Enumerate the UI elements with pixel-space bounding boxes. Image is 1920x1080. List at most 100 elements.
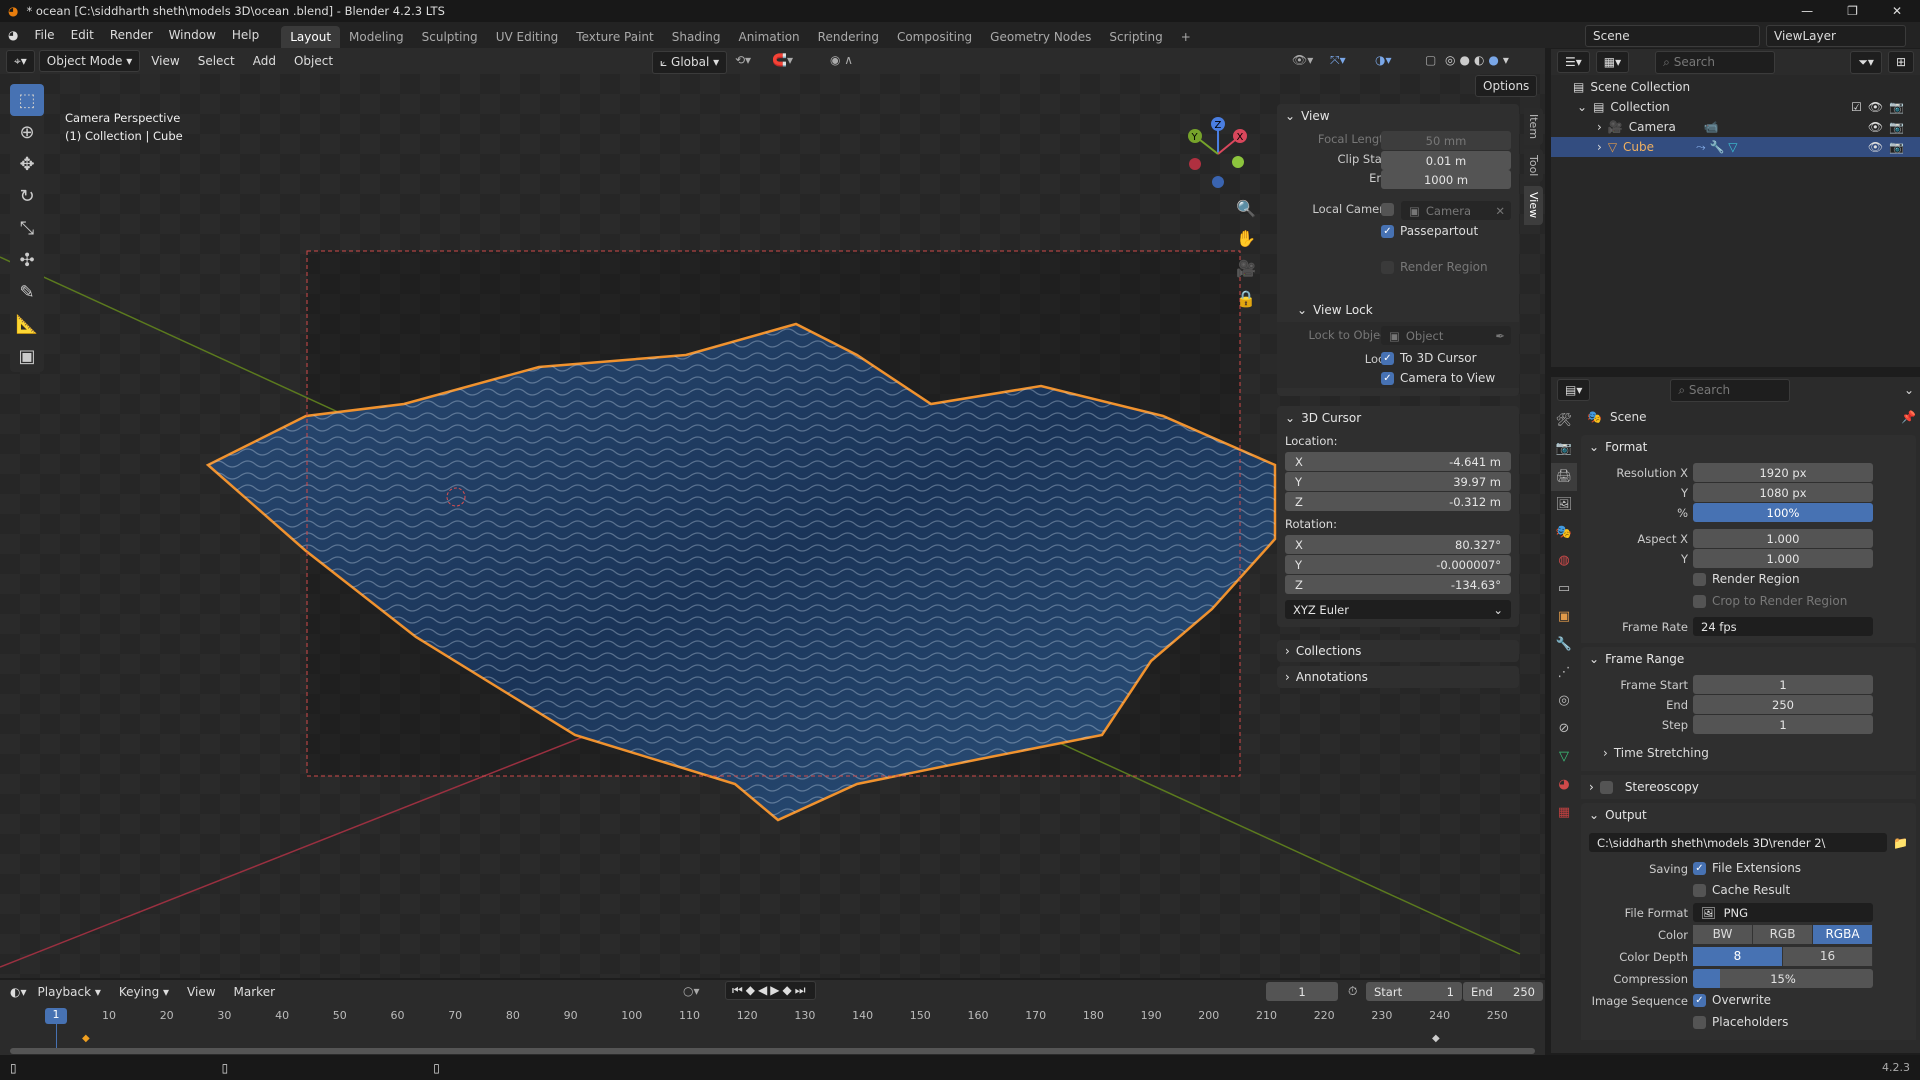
minimize-button[interactable]: — (1801, 4, 1813, 18)
timeline-scrollbar[interactable] (10, 1048, 1535, 1054)
display-mode-icon[interactable]: ▦▾ (1595, 51, 1630, 73)
color-option-rgb[interactable]: RGB (1753, 925, 1813, 944)
3d-viewport[interactable]: ⬚ ⊕ ✥ ↻ ⤡ ✣ ✎ 📐 ▣ Camera Perspective (1)… (0, 74, 1545, 978)
color-depth-option-8[interactable]: 8 (1693, 947, 1783, 966)
keyframe-start[interactable]: ◆ (82, 1033, 90, 1044)
tool-tab-icon[interactable]: 🛠 (1551, 407, 1577, 435)
folder-browse-icon[interactable]: 📁 (1893, 836, 1908, 850)
output-tab-icon[interactable]: 🖨 (1551, 463, 1577, 491)
menu-marker[interactable]: Marker (227, 982, 282, 1002)
scale-tool-icon[interactable]: ⤡ (10, 212, 44, 244)
frame-rate-field[interactable]: 24 fps (1693, 617, 1873, 636)
menu-view[interactable]: View (180, 982, 222, 1002)
workspace-tab-geometry-nodes[interactable]: Geometry Nodes (981, 26, 1100, 48)
outliner-search-input[interactable]: ⌕ Search (1655, 50, 1776, 74)
physics-tab-icon[interactable]: ◎ (1551, 687, 1577, 715)
add-cube-tool-icon[interactable]: ▣ (10, 340, 44, 372)
visibility-icon[interactable]: 👁▾ (1292, 53, 1313, 67)
placeholders-checkbox[interactable]: Placeholders (1693, 1015, 1788, 1029)
timeline-editor-type-icon[interactable]: ◐▾ (10, 985, 27, 999)
menu-keying[interactable]: Keying ▾ (112, 982, 176, 1002)
outliner-item-cube[interactable]: › ▽ Cube ⤳ 🔧 ▽ 👁📷 (1551, 137, 1920, 157)
3d-cursor-header[interactable]: ⌄ 3D Cursor (1285, 406, 1511, 430)
constraints-tab-icon[interactable]: ⊘ (1551, 715, 1577, 743)
render-region-checkbox[interactable]: Render Region (1693, 572, 1800, 586)
gizmo-toggle-icon[interactable]: ⤧▾ (1330, 53, 1346, 68)
camera-view-icon[interactable]: 🎥 (1236, 254, 1256, 284)
menu-render[interactable]: Render (102, 28, 161, 42)
menu-file[interactable]: File (26, 28, 62, 42)
clip-end-field[interactable]: 1000 m (1381, 170, 1511, 189)
view-layer-tab-icon[interactable]: 🖼 (1551, 491, 1577, 519)
current-frame-field[interactable]: 1 (1266, 982, 1338, 1001)
view-lock-header[interactable]: ⌄ View Lock (1277, 298, 1519, 322)
workspace-tab-uv-editing[interactable]: UV Editing (487, 26, 568, 48)
workspace-tab-scripting[interactable]: Scripting (1100, 26, 1171, 48)
outliner-item-scene-collection[interactable]: ▤ Scene Collection (1551, 77, 1920, 97)
workspace-tab-texture-paint[interactable]: Texture Paint (567, 26, 662, 48)
editor-type-button[interactable]: ⌖▾ (6, 49, 35, 73)
auto-keying-icon[interactable]: ○▾ (683, 984, 700, 998)
workspace-tab-layout[interactable]: Layout (281, 26, 341, 48)
texture-tab-icon[interactable]: ▦ (1551, 799, 1577, 827)
frame-range-panel[interactable]: ⌄ Frame Range (1581, 647, 1916, 671)
menu-edit[interactable]: Edit (63, 28, 102, 42)
aspect-x-field[interactable]: 1.000 (1693, 529, 1873, 548)
sidebar-tab-item[interactable]: Item (1524, 108, 1543, 146)
modifier-icons[interactable]: ⤳ 🔧 ▽ (1696, 140, 1737, 155)
format-panel[interactable]: ⌄ Format (1581, 435, 1916, 459)
cache-result-checkbox[interactable]: Cache Result (1693, 883, 1790, 897)
render-region-checkbox[interactable]: Render Region (1381, 260, 1488, 274)
world-tab-icon[interactable]: ◍ (1551, 547, 1577, 575)
camera-data-icon[interactable]: 📹 (1704, 120, 1719, 134)
rotate-tool-icon[interactable]: ↻ (10, 180, 44, 212)
outliner-editor-type-icon[interactable]: ☰▾ (1557, 51, 1590, 73)
material-tab-icon[interactable]: ◕ (1551, 771, 1577, 799)
output-panel[interactable]: ⌄ Output (1581, 803, 1916, 827)
sidebar-tab-tool[interactable]: Tool (1524, 149, 1543, 183)
workspace-tab-modeling[interactable]: Modeling (340, 26, 413, 48)
menu-add[interactable]: Add (246, 51, 283, 71)
mode-dropdown[interactable]: Object Mode ▾ (38, 50, 141, 72)
rotation-z-field[interactable]: Z -134.63° (1285, 575, 1511, 594)
to-3d-cursor-checkbox[interactable]: ✓ To 3D Cursor (1381, 351, 1477, 365)
output-path-field[interactable]: C:\siddharth sheth\models 3D\render 2\ (1589, 833, 1888, 852)
modifier-tab-icon[interactable]: 🔧 (1551, 631, 1577, 659)
color-depth-option-16[interactable]: 16 (1783, 947, 1873, 966)
shading-modes-icon[interactable]: ◎●◐●▾ (1445, 53, 1513, 67)
visibility-toggles[interactable]: ☑👁📷 (1851, 100, 1920, 114)
rotation-x-field[interactable]: X 80.327° (1285, 535, 1511, 554)
eyedropper-icon[interactable]: ✒ (1495, 329, 1511, 343)
camera-to-view-checkbox[interactable]: ✓ Camera to View (1381, 371, 1495, 385)
collections-panel-header[interactable]: › Collections (1277, 640, 1519, 662)
file-extensions-checkbox[interactable]: ✓ File Extensions (1693, 861, 1801, 875)
playback-controls[interactable]: ⏮◆◀▶◆⏭ (725, 981, 816, 1000)
time-stretching-subpanel[interactable]: › Time Stretching (1581, 741, 1916, 765)
xray-icon[interactable]: ▢ (1425, 53, 1436, 67)
menu-help[interactable]: Help (224, 28, 267, 42)
pin-icon[interactable]: 📌 (1901, 410, 1916, 424)
transform-tool-icon[interactable]: ✣ (10, 244, 44, 276)
frame-end-field[interactable]: 250 (1693, 695, 1873, 714)
filter-icon[interactable]: ⏷▾ (1850, 50, 1882, 74)
annotations-panel-header[interactable]: › Annotations (1277, 666, 1519, 688)
scene-tab-icon[interactable]: 🎭 (1551, 519, 1577, 547)
collection-tab-icon[interactable]: ▭ (1551, 575, 1577, 603)
focal-length-field[interactable]: 50 mm (1381, 131, 1511, 150)
rotation-mode-dropdown[interactable]: XYZ Euler ⌄ (1285, 600, 1511, 619)
menu-object[interactable]: Object (287, 51, 340, 71)
blender-menu-icon[interactable]: ◕ (0, 28, 26, 42)
resolution-x-field[interactable]: 1920 px (1693, 463, 1873, 482)
visibility-toggles[interactable]: 👁📷 (1868, 120, 1920, 134)
file-format-dropdown[interactable]: 🖼 PNG (1693, 903, 1873, 922)
location-y-field[interactable]: Y 39.97 m (1285, 472, 1511, 491)
move-tool-icon[interactable]: ✥ (10, 148, 44, 180)
overlay-toggle-icon[interactable]: ◑▾ (1375, 53, 1392, 67)
annotate-tool-icon[interactable]: ✎ (10, 276, 44, 308)
navigation-gizmo[interactable]: Z X Y (1180, 114, 1260, 194)
local-camera-field[interactable]: ▣ Camera ✕ (1401, 201, 1511, 220)
frame-ruler[interactable]: 10 20 30 40 50 60 70 80 90 100 110 120 130 140 150 160 1… (0, 1004, 1545, 1022)
resolution-percent-field[interactable]: 100% (1693, 503, 1873, 522)
options-button[interactable]: Options (1475, 75, 1538, 97)
zoom-icon[interactable]: 🔍 (1236, 194, 1256, 224)
